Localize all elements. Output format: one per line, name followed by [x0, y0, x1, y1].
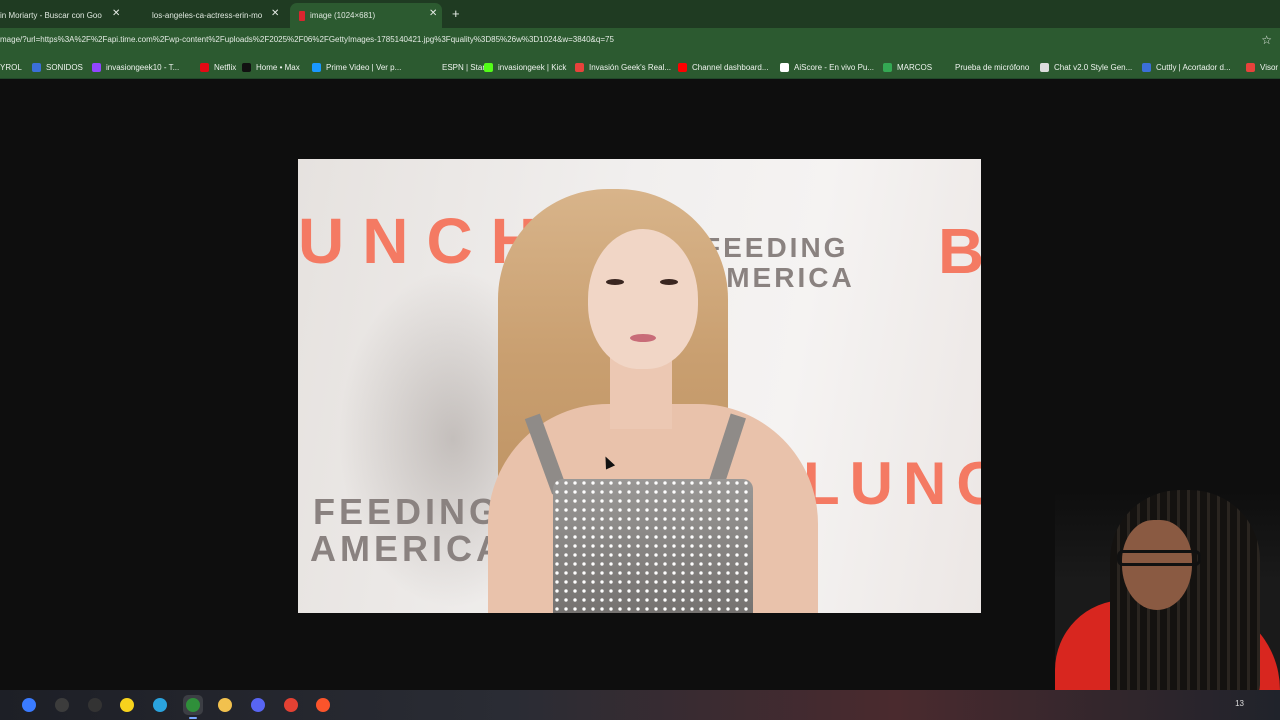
bookmark-label: invasiongeek10 - T... — [106, 62, 180, 72]
subject-face — [588, 229, 698, 369]
backdrop-logo-text: AMERICA — [310, 528, 506, 569]
bookmark-label: Channel dashboard... — [692, 62, 769, 72]
copilot-glyph-icon — [22, 698, 36, 712]
obs-glyph-icon — [55, 698, 69, 712]
bookmark-favicon-icon — [941, 62, 950, 72]
chrome-alt-glyph-icon — [284, 698, 298, 712]
windows-taskbar: 13 — [0, 690, 1280, 720]
tab-title: image (1024×681) — [310, 11, 376, 20]
brave-glyph-icon — [316, 698, 330, 712]
chrome-glyph-icon — [186, 698, 200, 712]
bookmark-item[interactable]: Netflix — [200, 56, 236, 78]
bookmark-item[interactable]: Prime Video | Ver p... — [312, 56, 401, 78]
bookmark-label: invasiongeek | Kick — [498, 62, 567, 72]
bookmark-favicon-icon — [575, 62, 584, 72]
bookmark-favicon-icon — [883, 62, 892, 72]
bookmark-label: ESPN | Star+ — [442, 62, 490, 72]
new-tab-button[interactable]: + — [452, 6, 460, 21]
bookmark-label: Prime Video | Ver p... — [326, 62, 402, 72]
speedometer-glyph-icon — [88, 698, 102, 712]
toolbar: mage/?url=https%3A%2F%2Fapi.time.com%2Fw… — [0, 28, 1280, 56]
chrome-alt-icon[interactable] — [281, 695, 301, 715]
telegram-icon[interactable] — [150, 695, 170, 715]
sticky-notes-glyph-icon — [120, 698, 134, 712]
bookmark-item[interactable]: SONIDOS — [32, 56, 83, 78]
streamer-glasses — [1117, 550, 1201, 566]
bookmark-favicon-icon — [1040, 62, 1049, 72]
bookmark-favicon-icon — [428, 62, 437, 72]
discord-icon[interactable] — [248, 695, 268, 715]
bookmark-item[interactable]: AiScore - En vivo Pu... — [780, 56, 874, 78]
bookmark-item[interactable]: Visor — [1246, 56, 1278, 78]
subject-lips — [630, 334, 656, 342]
tab-google-search[interactable]: in Moriarty - Buscar con Goo ✕ — [0, 3, 125, 28]
speedometer-icon[interactable] — [85, 695, 105, 715]
bookmark-favicon-icon — [200, 62, 209, 72]
bookmark-favicon-icon — [484, 62, 493, 72]
close-icon[interactable]: ✕ — [429, 8, 437, 19]
bookmark-item[interactable]: Home • Max — [242, 56, 300, 78]
bookmark-label: Netflix — [214, 62, 237, 72]
bookmark-label: Home • Max — [256, 62, 300, 72]
bookmark-item[interactable]: ESPN | Star+ — [428, 56, 490, 78]
bookmark-item[interactable]: Chat v2.0 Style Gen... — [1040, 56, 1132, 78]
address-bar[interactable]: mage/?url=https%3A%2F%2Fapi.time.com%2Fw… — [0, 35, 614, 44]
tab-title: los-angeles-ca-actress-erin-mo — [152, 11, 262, 20]
favicon-icon — [299, 10, 305, 21]
bookmark-label: Chat v2.0 Style Gen... — [1054, 62, 1133, 72]
bookmark-label: Prueba de micrófono — [955, 62, 1030, 72]
backdrop-text: B — [938, 215, 981, 287]
bookmark-favicon-icon — [1246, 62, 1255, 72]
file-explorer-glyph-icon — [218, 698, 232, 712]
bookmark-label: Cuttly | Acortador d... — [1156, 62, 1231, 72]
obs-icon[interactable] — [52, 695, 72, 715]
bookmark-label: Visor — [1260, 62, 1279, 72]
bookmark-star-icon[interactable]: ☆ — [1261, 33, 1272, 47]
bookmark-label: Invasión Geek's Real... — [589, 62, 672, 72]
brave-icon[interactable] — [313, 695, 333, 715]
bookmark-favicon-icon — [678, 62, 687, 72]
bookmarks-bar: YROL SONIDOS invasiongeek10 - T... Netflix H… — [0, 56, 1280, 79]
backdrop-logo-text: FEEDING — [313, 491, 502, 532]
bookmark-label: MARCOS — [897, 62, 933, 72]
bookmark-label: AiScore - En vivo Pu... — [794, 62, 875, 72]
bookmark-item[interactable]: invasiongeek | Kick — [484, 56, 566, 78]
bookmark-item[interactable]: Channel dashboard... — [678, 56, 769, 78]
bookmark-favicon-icon — [1142, 62, 1151, 72]
tab-actress-page[interactable]: los-angeles-ca-actress-erin-mo ✕ — [152, 3, 282, 28]
tab-strip: in Moriarty - Buscar con Goo ✕ los-angel… — [0, 0, 1280, 28]
sticky-notes-icon[interactable] — [117, 695, 137, 715]
tab-image[interactable]: image (1024×681) ✕ — [290, 3, 442, 28]
bookmark-label: SONIDOS — [46, 62, 83, 72]
close-icon[interactable]: ✕ — [112, 8, 120, 19]
bookmark-favicon-icon — [780, 62, 789, 72]
bookmark-item[interactable]: invasiongeek10 - T... — [92, 56, 179, 78]
subject-eye — [606, 279, 624, 285]
bookmark-item[interactable]: Prueba de micrófono — [941, 56, 1029, 78]
close-icon[interactable]: ✕ — [271, 8, 279, 19]
tab-title: in Moriarty - Buscar con Goo — [0, 11, 102, 20]
bookmark-favicon-icon — [242, 62, 251, 72]
bookmark-item[interactable]: YROL — [0, 56, 22, 78]
file-explorer-icon[interactable] — [215, 695, 235, 715]
discord-glyph-icon — [251, 698, 265, 712]
tray-badge[interactable]: 13 — [1235, 699, 1244, 708]
chrome-icon[interactable] — [183, 695, 203, 719]
bookmark-favicon-icon — [312, 62, 321, 72]
bookmark-label: YROL — [0, 62, 22, 72]
subject-eye — [660, 279, 678, 285]
backdrop-logo-text: FEEDING — [703, 232, 849, 263]
telegram-glyph-icon — [153, 698, 167, 712]
bookmark-favicon-icon — [92, 62, 101, 72]
bookmark-item[interactable]: MARCOS — [883, 56, 932, 78]
bookmark-item[interactable]: Cuttly | Acortador d... — [1142, 56, 1231, 78]
sequin-dress — [553, 479, 753, 613]
bookmark-item[interactable]: Invasión Geek's Real... — [575, 56, 671, 78]
displayed-image[interactable]: UNCH B FEEDING AMERICA XLUNCH FEEDING AM… — [298, 159, 981, 613]
webcam-overlay — [1055, 490, 1280, 720]
bookmark-favicon-icon — [32, 62, 41, 72]
copilot-icon[interactable] — [19, 695, 39, 715]
